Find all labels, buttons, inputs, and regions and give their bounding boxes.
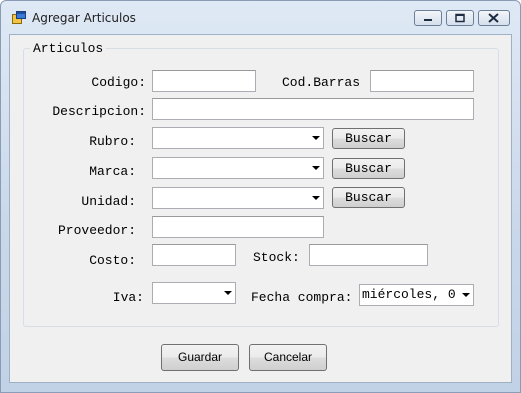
- unidad-label: Unidad:: [81, 194, 136, 209]
- chevron-down-icon: [312, 166, 320, 170]
- marca-label: Marca:: [89, 164, 136, 179]
- minimize-icon: [424, 19, 432, 21]
- marca-select[interactable]: [152, 157, 324, 179]
- codbarras-label: Cod.Barras: [282, 75, 361, 90]
- fecha-compra-label: Fecha compra:: [251, 290, 353, 305]
- stock-input[interactable]: [309, 244, 428, 266]
- iva-select[interactable]: [152, 282, 236, 304]
- chevron-down-icon: [462, 293, 470, 297]
- guardar-button[interactable]: Guardar: [161, 344, 239, 371]
- rubro-select[interactable]: [152, 127, 324, 149]
- close-button[interactable]: [478, 10, 510, 26]
- descripcion-input[interactable]: [152, 98, 474, 120]
- form-icon: [12, 11, 26, 24]
- chevron-down-icon: [312, 136, 320, 140]
- unidad-buscar-button[interactable]: Buscar: [332, 187, 405, 208]
- marca-buscar-button[interactable]: Buscar: [332, 158, 405, 179]
- maximize-icon: [455, 13, 465, 23]
- maximize-button[interactable]: [446, 10, 474, 26]
- window: Agregar Articulos Articulos Codigo: Cod.…: [0, 0, 521, 393]
- costo-input[interactable]: [152, 244, 236, 266]
- rubro-label: Rubro:: [89, 134, 136, 149]
- codbarras-input[interactable]: [370, 70, 474, 92]
- iva-label: Iva:: [112, 290, 144, 305]
- cancelar-button[interactable]: Cancelar: [249, 344, 327, 371]
- close-icon: [488, 13, 499, 23]
- window-title: Agregar Articulos: [32, 11, 136, 25]
- stock-label: Stock:: [253, 250, 300, 265]
- title-bar[interactable]: Agregar Articulos: [1, 1, 520, 35]
- rubro-buscar-button[interactable]: Buscar: [332, 128, 405, 149]
- codigo-input[interactable]: [152, 70, 256, 92]
- proveedor-label: Proveedor:: [57, 223, 136, 238]
- fecha-compra-picker[interactable]: miércoles, 0: [359, 284, 474, 306]
- codigo-label: Codigo:: [91, 75, 146, 90]
- minimize-button[interactable]: [414, 10, 442, 26]
- form-client-area: Articulos Codigo: Cod.Barras Descripcion…: [9, 34, 512, 383]
- fecha-compra-value: miércoles, 0: [362, 287, 456, 302]
- unidad-select[interactable]: [152, 187, 324, 209]
- groupbox-legend: Articulos: [30, 41, 107, 56]
- proveedor-input[interactable]: [152, 216, 324, 238]
- chevron-down-icon: [224, 291, 232, 295]
- chevron-down-icon: [312, 196, 320, 200]
- costo-label: Costo:: [89, 253, 136, 268]
- descripcion-label: Descripcion:: [52, 104, 146, 119]
